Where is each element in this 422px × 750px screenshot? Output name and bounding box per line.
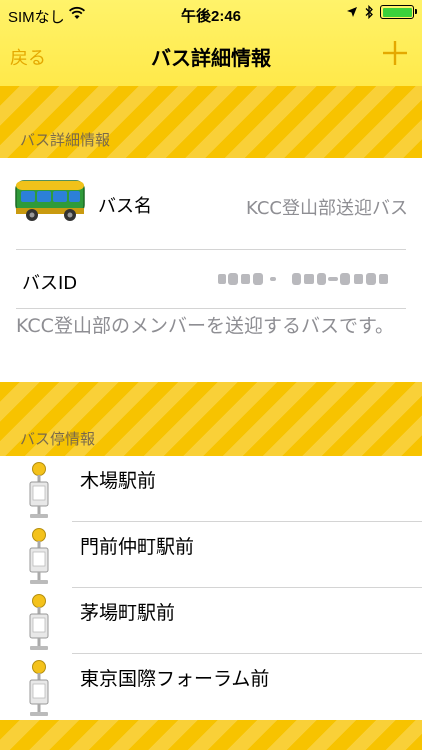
page-title: バス詳細情報 <box>151 46 271 70</box>
location-arrow-icon <box>347 7 357 17</box>
bus-stop-icon <box>29 528 49 584</box>
plus-icon[interactable] <box>382 40 408 66</box>
bus-icon <box>15 180 85 221</box>
bus-description: KCC登山部のメンバーを送迎するバスです。 <box>16 315 395 337</box>
status-bar: SIMなし 午後2:46 <box>0 0 422 28</box>
top-header: SIMなし 午後2:46 戻る バス詳細情報 <box>0 0 422 86</box>
section-header-bus-stops: バス停情報 <box>0 382 422 456</box>
bus-stop-icon <box>29 594 49 650</box>
section-header-bus-detail: バス詳細情報 <box>0 86 422 158</box>
stop-name: 茅場町駅前 <box>80 602 176 624</box>
bus-id-value-redacted <box>218 273 388 285</box>
bus-stop-icon <box>29 660 49 716</box>
bus-stop-icon <box>29 462 49 518</box>
status-right <box>346 5 417 19</box>
battery-icon <box>380 5 417 19</box>
list-item[interactable]: 木場駅前 <box>0 456 422 522</box>
bus-name-row: バス名 KCC登山部送迎バス <box>0 158 422 250</box>
stop-name: 東京国際フォーラム前 <box>80 668 270 690</box>
bus-name-value: KCC登山部送迎バス <box>246 198 408 219</box>
bluetooth-icon <box>365 5 373 19</box>
footer-band <box>0 720 422 750</box>
bus-name-label: バス名 <box>98 196 152 217</box>
stop-name: 木場駅前 <box>80 470 157 492</box>
section-title-bus-detail: バス詳細情報 <box>20 131 111 149</box>
divider <box>16 308 406 309</box>
bus-id-label: バスID <box>22 273 78 294</box>
list-item[interactable]: 東京国際フォーラム前 <box>0 654 422 720</box>
navigation-bar: 戻る バス詳細情報 <box>0 28 422 86</box>
section-title-bus-stops: バス停情報 <box>20 430 96 448</box>
list-item[interactable]: 門前仲町駅前 <box>0 522 422 588</box>
list-item[interactable]: 茅場町駅前 <box>0 588 422 654</box>
stop-name: 門前仲町駅前 <box>80 536 195 558</box>
